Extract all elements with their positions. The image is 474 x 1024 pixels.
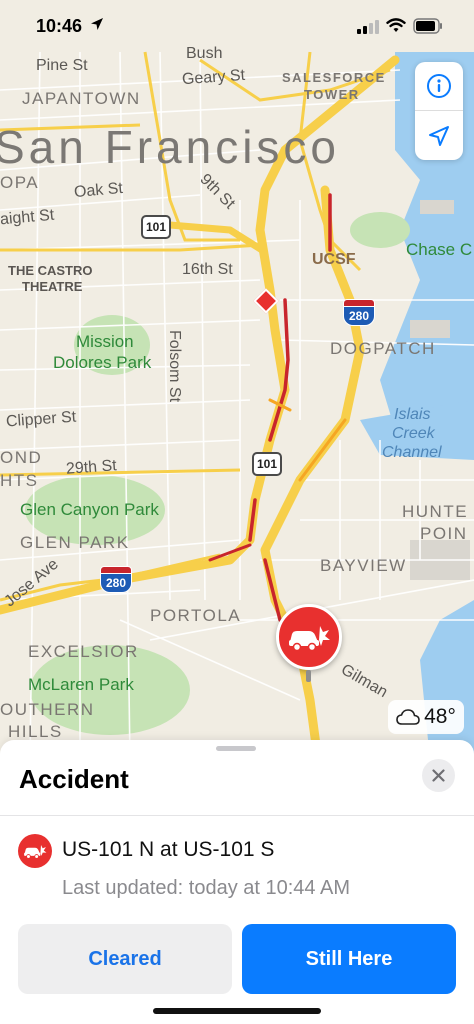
battery-icon [413,18,442,34]
car-crash-icon [24,845,47,859]
area-label: SALESFORCE [282,70,386,85]
area-label: POIN [420,524,468,543]
i-280-shield: 280 [100,566,132,594]
area-label: OUTHERN [0,700,95,719]
area-label: OPA [0,173,40,192]
pin-stem [306,670,311,682]
location-arrow-icon [429,125,449,146]
street-label: 16th St [182,261,233,278]
weather-temp: 48° [424,705,456,728]
area-label: EXCELSIOR [28,642,139,661]
park-label: McLaren Park [28,675,134,694]
area-label: OND [0,448,43,467]
area-label: TOWER [304,87,360,102]
i-280-label: 280 [100,573,132,593]
incident-updated-time: Last updated: today at 10:44 AM [62,877,350,899]
us-101-shield: 101 [252,452,282,476]
i-280-label: 280 [343,306,375,326]
map-controls [415,62,463,160]
incident-location: US-101 N at US-101 S [62,838,275,861]
status-bar: 10:46 [0,0,474,52]
still-here-button[interactable]: Still Here [242,924,456,994]
weather-badge: 48° [388,700,464,734]
poi-label: THE CASTRO [8,263,93,278]
street-label: Pine St [36,57,88,74]
incident-type-icon [18,834,52,868]
cloud-icon [396,709,420,725]
location-arrow-icon [91,18,103,30]
info-icon [427,74,451,98]
info-button[interactable] [415,62,463,111]
home-indicator[interactable] [153,1008,321,1014]
cellular-signal-icon [357,20,379,34]
car-crash-icon [289,626,330,652]
area-label: HUNTE [402,502,469,521]
park-label: Mission [76,332,134,351]
poi-label: THEATRE [22,279,83,294]
water-label: Creek [392,425,435,442]
accident-pin[interactable] [276,604,342,670]
area-label: JAPANTOWN [22,89,141,108]
street-label: Folsom St [166,330,183,403]
area-label: BAYVIEW [320,556,407,575]
close-icon [432,769,445,782]
area-label: DOGPATCH [330,339,436,358]
sheet-divider [0,815,474,816]
park-label: Glen Canyon Park [20,500,159,519]
status-time: 10:46 [36,16,83,36]
park-label: Dolores Park [53,353,152,372]
area-label: HILLS [8,722,63,741]
sheet-grabber[interactable] [216,746,256,751]
water-label: Channel [382,444,442,461]
water-label: Islais [394,406,431,423]
poi-label: UCSF [312,251,356,268]
incident-sheet: Accident US-101 N at US-101 S Last updat… [0,740,474,1024]
map-view[interactable]: Pine St Bush Geary St SALESFORCE TOWER J… [0,0,474,760]
wifi-icon [386,18,406,32]
close-button[interactable] [422,759,455,792]
us-101-shield: 101 [141,215,171,239]
current-location-button[interactable] [415,111,463,160]
sheet-title: Accident [19,764,129,794]
i-280-shield: 280 [343,299,375,327]
area-label: GLEN PARK [20,533,130,552]
area-label: HTS [0,471,39,490]
cleared-button[interactable]: Cleared [18,924,232,994]
city-label: San Francisco [0,121,341,173]
area-label: PORTOLA [150,606,242,625]
poi-label: Chase C [406,240,473,259]
